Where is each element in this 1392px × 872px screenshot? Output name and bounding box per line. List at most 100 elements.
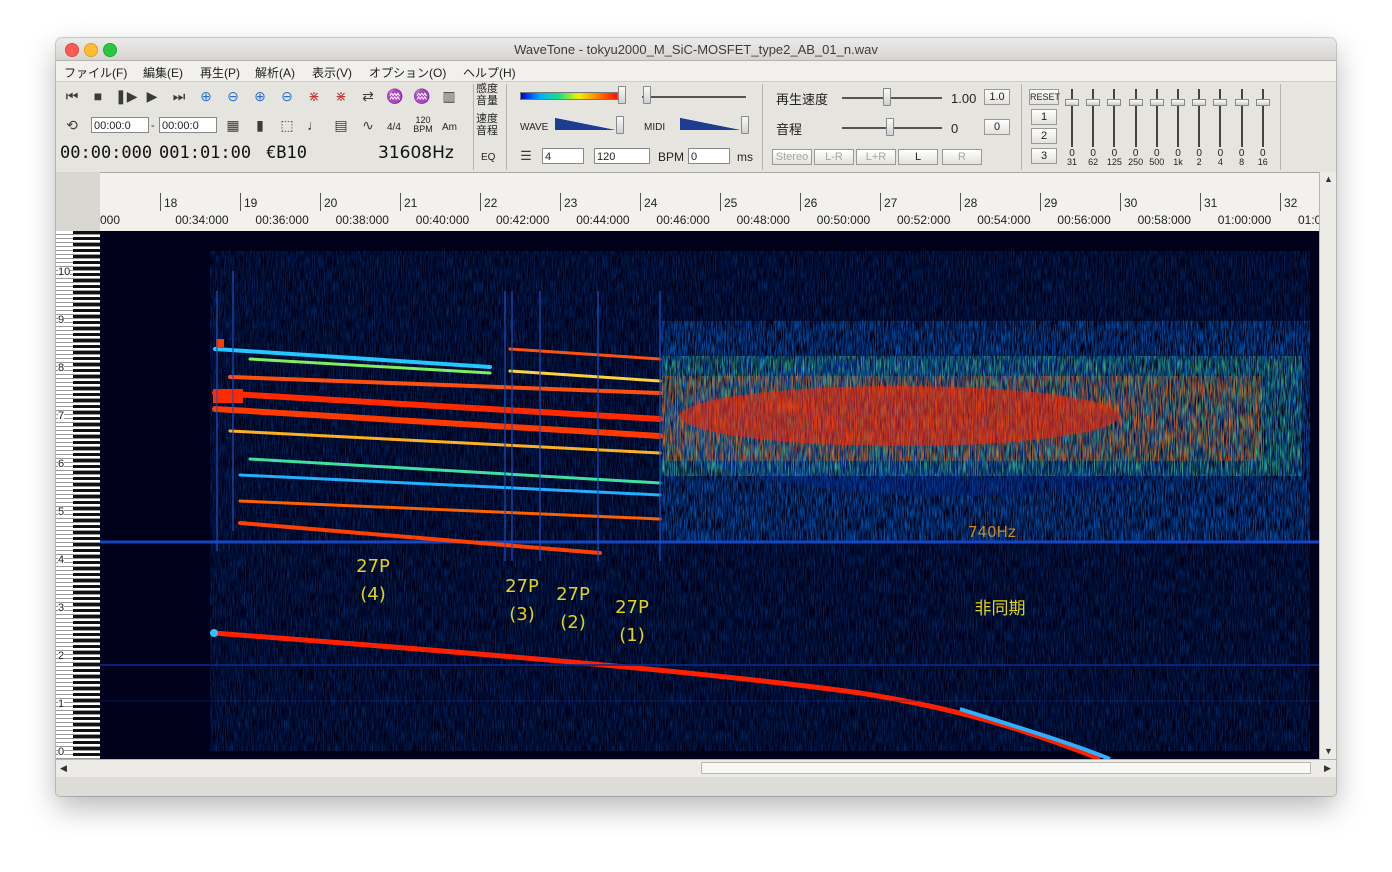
menu-edit[interactable]: 編集(E) [143, 64, 183, 81]
eq-reset-button[interactable]: RESET [1029, 89, 1060, 105]
beats-input[interactable]: 4 [542, 148, 584, 164]
grid-icon[interactable]: ▦ [223, 116, 243, 134]
horizontal-scroll-thumb[interactable] [701, 762, 1311, 774]
scroll-left-icon[interactable]: ◀ [60, 763, 67, 774]
eq-band-8[interactable] [1212, 89, 1228, 149]
annotation-27p-3-line1: 27P [505, 576, 539, 597]
zoom-in-vertical-icon[interactable]: ⊕ [250, 87, 270, 105]
eq-band-freq: 31 [1066, 157, 1077, 167]
play-icon[interactable]: ▶ [142, 87, 162, 105]
eq-band-thumb[interactable] [1234, 99, 1249, 106]
eq-band-thumb[interactable] [1086, 99, 1101, 106]
channel-r-button[interactable]: R [942, 149, 982, 165]
eq-band-3[interactable] [1106, 89, 1122, 149]
annotation-27p-1: 27P (1) [595, 594, 669, 650]
collapse-icon[interactable]: ⋇ [331, 87, 351, 105]
eq-band-1[interactable] [1064, 89, 1080, 149]
measure-tick [1120, 193, 1121, 211]
volume-slider-track[interactable] [642, 96, 746, 98]
menu-options[interactable]: オプション(O) [369, 64, 446, 81]
midi-thumb[interactable] [741, 116, 749, 134]
selection-end-input[interactable]: 00:00:0 [159, 117, 217, 133]
scroll-down-icon[interactable]: ▼ [1324, 746, 1333, 756]
zoom-out-vertical-icon[interactable]: ⊖ [277, 87, 297, 105]
time-label: 00:36:000 [255, 213, 309, 227]
loop-icon[interactable]: ⟲ [62, 116, 82, 134]
eq-band-7[interactable] [1191, 89, 1207, 149]
swap-icon[interactable]: ⇄ [358, 87, 378, 105]
eq-band-4[interactable] [1128, 89, 1144, 149]
eq-band-thumb[interactable] [1107, 99, 1122, 106]
eq-preset-3-button[interactable]: 3 [1031, 148, 1057, 164]
channel-lpr-button[interactable]: L+R [856, 149, 896, 165]
menu-help[interactable]: ヘルプ(H) [463, 64, 516, 81]
note-icon[interactable]: ♩ [304, 116, 324, 134]
eq-band-thumb[interactable] [1149, 99, 1164, 106]
waveform-alt-icon[interactable]: ♒ [412, 87, 432, 105]
measure-tick [160, 193, 161, 211]
tempo-input[interactable]: 120 [594, 148, 650, 164]
annotation-27p-3-line2: (3) [509, 604, 535, 625]
selection-start-input[interactable]: 00:00:0 [91, 117, 149, 133]
eq-band-thumb[interactable] [1128, 99, 1143, 106]
volume-slider-thumb[interactable] [643, 86, 651, 104]
waveform-icon[interactable]: ♒ [385, 87, 405, 105]
eq-band-thumb[interactable] [1213, 99, 1228, 106]
playback-speed-reset-button[interactable]: 1.0 [984, 89, 1010, 105]
zoom-in-horizontal-icon[interactable]: ⊕ [196, 87, 216, 105]
menu-analyze[interactable]: 解析(A) [255, 64, 295, 81]
eq-band-5[interactable] [1149, 89, 1165, 149]
time-ruler[interactable]: 18 19 20 21 22 23 24 25 26 27 28 29 30 31 32 000 00:34:0… [100, 172, 1336, 232]
eq-band-thumb[interactable] [1171, 99, 1185, 106]
fast-forward-icon[interactable]: ⏭ [169, 87, 189, 105]
scroll-up-icon[interactable]: ▲ [1324, 174, 1333, 184]
curve-icon[interactable]: ∿ [358, 116, 378, 134]
spectrogram[interactable]: 27P (4) 27P (3) 27P (2) 27P (1) 740Hz 非同期 [100, 231, 1319, 759]
eq-label[interactable]: EQ [481, 152, 495, 163]
eq-band-9[interactable] [1234, 89, 1250, 149]
menu-file[interactable]: ファイル(F) [64, 64, 127, 81]
pitch-reset-button[interactable]: 0 [984, 119, 1010, 135]
playback-speed-thumb[interactable] [883, 88, 891, 106]
eq-band-thumb[interactable] [1192, 99, 1207, 106]
playback-speed-label: 再生速度 [776, 92, 829, 107]
channel-stereo-button[interactable]: Stereo [772, 149, 812, 165]
piano-keyboard[interactable]: 10 9 8 7 6 5 4 3 2 1 0 [56, 231, 100, 759]
offset-input[interactable]: 0 [688, 148, 730, 164]
pause-icon[interactable]: ❚▶ [115, 87, 138, 105]
channel-lmr-button[interactable]: L-R [814, 149, 854, 165]
expand-icon[interactable]: ⋇ [304, 87, 324, 105]
playback-speed-track[interactable] [842, 97, 942, 99]
eq-preset-1-button[interactable]: 1 [1031, 109, 1057, 125]
eq-band-thumb[interactable] [1065, 99, 1079, 106]
eq-band-2[interactable] [1085, 89, 1101, 149]
select-rect-icon[interactable]: ⬚ [277, 116, 297, 134]
marker-icon[interactable]: ▮ [250, 116, 270, 134]
table-icon[interactable]: ▤ [331, 116, 351, 134]
wave-thumb[interactable] [616, 116, 624, 134]
pitch-thumb[interactable] [886, 118, 894, 136]
measure-label: 18 [164, 196, 178, 210]
vertical-scrollbar[interactable]: ▲ ▼ [1319, 172, 1336, 759]
eq-band-thumb[interactable] [1255, 99, 1270, 106]
book-icon[interactable]: ▥ [439, 87, 459, 105]
horizontal-scrollbar[interactable]: ◀ ▶ [56, 759, 1336, 777]
eq-band-10[interactable] [1255, 89, 1271, 149]
scroll-right-icon[interactable]: ▶ [1324, 763, 1331, 774]
eq-band-6[interactable] [1170, 89, 1186, 149]
eq-preset-2-button[interactable]: 2 [1031, 128, 1057, 144]
bpm-icon[interactable]: 120 BPM [413, 116, 433, 134]
key-label[interactable]: Am [442, 122, 457, 133]
channel-l-button[interactable]: L [898, 149, 938, 165]
midi-label: MIDI [644, 122, 666, 133]
zoom-out-horizontal-icon[interactable]: ⊖ [223, 87, 243, 105]
rewind-icon[interactable]: ⏮ [62, 87, 82, 105]
menu-view[interactable]: 表示(V) [312, 64, 352, 81]
octave-label: 1 [58, 698, 65, 710]
stop-icon[interactable]: ■ [88, 87, 108, 105]
menu-play[interactable]: 再生(P) [200, 64, 240, 81]
time-label: 01:00:000 [1217, 213, 1272, 227]
octave-label: 0 [58, 746, 65, 758]
meter-label[interactable]: 4/4 [387, 122, 401, 133]
color-scale-thumb[interactable] [618, 86, 626, 104]
